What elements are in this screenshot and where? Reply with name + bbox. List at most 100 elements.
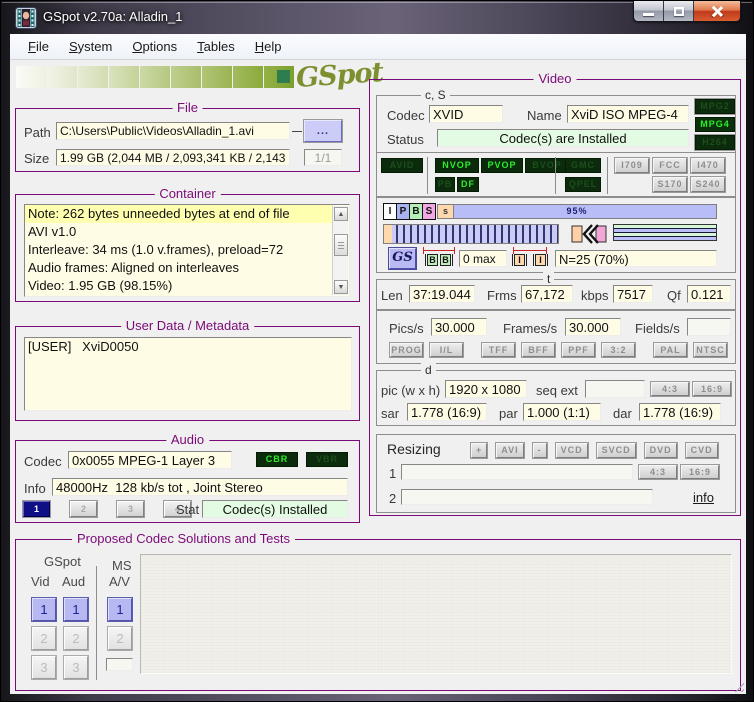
audio-solution-button[interactable]: 2 bbox=[64, 627, 88, 650]
quality-gradient-bar bbox=[16, 66, 294, 88]
len-label: Len bbox=[381, 288, 403, 303]
ms-solution-button[interactable]: 2 bbox=[108, 627, 132, 650]
resize-row1-field[interactable] bbox=[401, 464, 633, 480]
len-field[interactable]: 37:19.044 bbox=[409, 285, 475, 303]
scan-mode-indicator: I/L bbox=[430, 343, 463, 357]
video-name-field[interactable]: XviD ISO MPEG-4 bbox=[567, 105, 689, 123]
container-line: AVI v1.0 bbox=[25, 223, 332, 241]
solutions-group: Proposed Codec Solutions and Tests GSpot… bbox=[15, 539, 741, 691]
menu-item[interactable]: System bbox=[59, 35, 122, 58]
ms-solution-button[interactable]: 1 bbox=[108, 598, 132, 621]
resize-preset-button[interactable]: AVI bbox=[496, 443, 523, 458]
audio-stream-button[interactable]: 2 bbox=[70, 501, 97, 517]
scan-mode-indicator: 3:2 bbox=[602, 343, 635, 357]
user-data-group: User Data / Metadata [USER] XviD0050 bbox=[15, 326, 360, 421]
standard-buttons-row-2: S170S240 bbox=[377, 177, 735, 192]
info-link[interactable]: info bbox=[693, 490, 714, 505]
solutions-separator bbox=[96, 566, 97, 680]
size-field[interactable]: 1.99 GB (2,044 MB / 2,093,341 KB / 2,143 bbox=[56, 149, 290, 166]
menu-item[interactable]: Options bbox=[122, 35, 187, 58]
flag-separator bbox=[555, 157, 556, 194]
video-codec-label: Codec bbox=[387, 108, 425, 123]
scroll-down-button[interactable]: ▼ bbox=[334, 280, 348, 294]
interleave-pattern-bar bbox=[613, 224, 717, 241]
sar-field[interactable]: 1.778 (16:9) bbox=[407, 403, 487, 421]
video-codec-field[interactable]: XVID bbox=[429, 105, 503, 123]
frame-reorder-icon bbox=[571, 223, 607, 245]
aspect-indicator: 4:3 bbox=[651, 382, 689, 396]
cbr-indicator: CBR bbox=[256, 452, 298, 467]
video-solution-button[interactable]: 1 bbox=[32, 598, 56, 621]
video-solution-buttons: 1 2 3 bbox=[32, 598, 56, 679]
frame-type-cell: I bbox=[383, 203, 397, 220]
menu-item[interactable]: Help bbox=[245, 35, 292, 58]
resize-preset-button[interactable]: + bbox=[471, 443, 487, 458]
path-connector-line bbox=[292, 131, 302, 132]
resize-preset-button[interactable]: SVCD bbox=[597, 443, 636, 458]
menu-item[interactable]: File bbox=[18, 35, 59, 58]
resize-preset-buttons: + AVI-VCD SVCD DVD CVD bbox=[471, 443, 718, 458]
user-data-group-title: User Data / Metadata bbox=[121, 318, 255, 333]
minimize-button[interactable] bbox=[634, 1, 664, 21]
user-data-textarea[interactable]: [USER] XviD0050 bbox=[24, 337, 352, 411]
pics-field[interactable]: 30.000 bbox=[431, 318, 487, 336]
resize-row2-field[interactable] bbox=[401, 489, 653, 505]
titlebar[interactable]: GSpot v2.70a: Alladin_1 bbox=[1, 1, 753, 34]
page-indicator[interactable]: 1/1 bbox=[304, 149, 342, 166]
max-b-frames-field[interactable]: 0 max bbox=[459, 250, 507, 267]
kbps-field[interactable]: 7517 bbox=[613, 285, 653, 303]
seq-ext-field[interactable] bbox=[585, 380, 645, 398]
container-info-textarea[interactable]: Note: 262 bytes unneeded bytes at end of… bbox=[24, 204, 350, 297]
frames-rate-field[interactable]: 30.000 bbox=[565, 318, 621, 336]
pics-label: Pics/s bbox=[389, 321, 424, 336]
frame-type-cell: S bbox=[422, 203, 436, 220]
dar-field[interactable]: 1.778 (16:9) bbox=[639, 403, 721, 421]
resize-aspect-button[interactable]: 16:9 bbox=[681, 465, 719, 479]
video-solution-button[interactable]: 3 bbox=[32, 656, 56, 679]
resize-preset-button[interactable]: DVD bbox=[645, 443, 677, 458]
gspot-analysis-button[interactable]: GS bbox=[389, 248, 416, 269]
stat-label: Stat bbox=[176, 502, 199, 517]
close-button[interactable] bbox=[694, 1, 740, 21]
gop-size-field[interactable]: N=25 (70%) bbox=[555, 250, 717, 267]
fields-rate-field[interactable] bbox=[687, 318, 731, 336]
timing-box: t Len 37:19.044 Frms 67,172 kbps 7517 Qf… bbox=[376, 279, 736, 310]
resize-preset-button[interactable]: - bbox=[533, 443, 547, 458]
audio-group-title: Audio bbox=[166, 432, 209, 447]
seq-ext-label: seq ext bbox=[536, 383, 578, 398]
scan-mode-indicator: NTSC bbox=[694, 343, 727, 357]
red-span-arrow bbox=[423, 247, 455, 254]
container-scrollbar[interactable]: ▲ ▼ bbox=[332, 206, 348, 295]
scroll-up-button[interactable]: ▲ bbox=[334, 207, 348, 221]
resize-row1-label: 1 bbox=[389, 466, 396, 481]
vbr-indicator: VBR bbox=[306, 452, 348, 467]
standard-buttons-row-1: I709FCCI470 bbox=[377, 158, 735, 173]
qf-field[interactable]: 0.121 bbox=[687, 285, 731, 303]
audio-stream-button[interactable]: 3 bbox=[117, 501, 144, 517]
rates-box: Pics/s 30.000 Frames/s 30.000 Fields/s P… bbox=[376, 310, 736, 364]
audio-solution-button[interactable]: 3 bbox=[64, 656, 88, 679]
audio-solution-button[interactable]: 1 bbox=[64, 598, 88, 621]
path-field[interactable]: C:\Users\Public\Videos\Alladin_1.avi bbox=[56, 122, 290, 140]
audio-stream-button[interactable]: 1 bbox=[23, 501, 50, 517]
av-column-label: A/V bbox=[109, 574, 130, 589]
video-solution-button[interactable]: 2 bbox=[32, 627, 56, 650]
pic-size-field[interactable]: 1920 x 1080 bbox=[445, 380, 527, 398]
browse-button[interactable]: ... bbox=[304, 120, 342, 142]
scrollbar-thumb[interactable] bbox=[334, 234, 348, 256]
flags-box: AVIDNVOPPVOPBVOPGMC PBDFQPEL I709FCCI470… bbox=[376, 152, 736, 197]
solutions-output-panel[interactable] bbox=[140, 554, 732, 674]
resize-preset-button[interactable]: VCD bbox=[556, 443, 588, 458]
video-status-label: Status bbox=[387, 132, 424, 147]
menu-item[interactable]: Tables bbox=[187, 35, 245, 58]
ipbs-legend: IPBS bbox=[383, 203, 435, 220]
audio-info-field[interactable]: 48000Hz 128 kb/s tot , Joint Stereo bbox=[52, 478, 348, 496]
resize-aspect-button[interactable]: 4:3 bbox=[639, 465, 677, 479]
par-field[interactable]: 1.000 (1:1) bbox=[523, 403, 601, 421]
frms-field[interactable]: 67,172 bbox=[521, 285, 573, 303]
maximize-button[interactable] bbox=[664, 1, 694, 21]
audio-codec-field[interactable]: 0x0055 MPEG-1 Layer 3 bbox=[68, 451, 232, 469]
frms-label: Frms bbox=[487, 288, 517, 303]
close-icon bbox=[711, 5, 724, 18]
resize-preset-button[interactable]: CVD bbox=[686, 443, 718, 458]
